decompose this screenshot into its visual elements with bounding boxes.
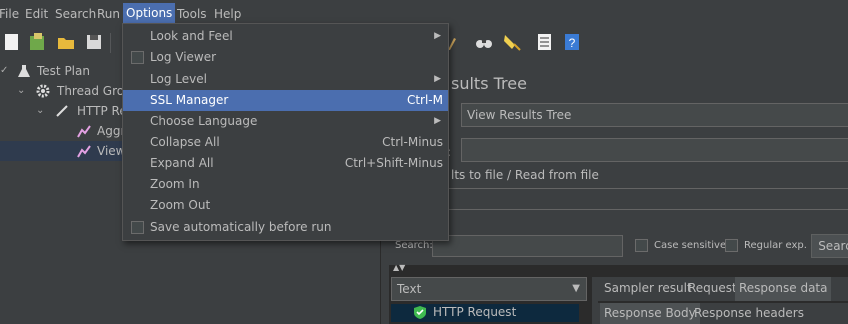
chevron-right-icon: ▶ <box>434 31 441 41</box>
menu-edit[interactable]: Edit <box>25 6 48 24</box>
chart-icon <box>77 145 91 158</box>
result-row-label: HTTP Request <box>433 305 517 319</box>
menu-item-accelerator: Ctrl-Minus <box>382 135 443 149</box>
tree-item-label: Thread Grou <box>57 84 132 98</box>
tab-response-headers[interactable]: Response headers <box>694 306 804 320</box>
menu-item-collapse-all[interactable]: Collapse All Ctrl-Minus <box>123 132 448 153</box>
menu-item-log-level[interactable]: Log Level ▶ <box>123 69 448 90</box>
case-sensitive-checkbox[interactable] <box>635 239 648 252</box>
split-arrows-icon[interactable]: ▲▼ <box>393 263 405 272</box>
chevron-down-icon[interactable]: ⌄ <box>17 81 25 101</box>
flask-icon <box>18 65 30 77</box>
menu-options[interactable]: Options <box>123 3 176 23</box>
chart-icon <box>77 125 91 138</box>
search-button-label: Searc <box>818 239 848 253</box>
menu-run[interactable]: Run <box>97 6 120 24</box>
function-helper-icon[interactable] <box>534 32 554 52</box>
svg-text:?: ? <box>569 36 576 50</box>
chevron-right-icon: ▶ <box>434 74 441 84</box>
tree-item-label: Test Plan <box>37 64 90 78</box>
menu-item-label: Save automatically before run <box>150 220 332 234</box>
renderer-select-value: Text <box>397 282 422 296</box>
results-tree-panel: sults Tree View Results Tree : lts to fi… <box>380 60 848 324</box>
menu-item-label: Look and Feel <box>150 29 233 43</box>
menu-tools[interactable]: Tools <box>177 6 207 24</box>
search-button[interactable]: Searc <box>811 234 848 258</box>
menu-item-log-viewer[interactable]: Log Viewer <box>123 47 448 68</box>
chevron-down-icon[interactable]: ⌄ <box>36 101 44 121</box>
gear-icon <box>36 84 50 98</box>
menu-item-label: Expand All <box>150 156 214 170</box>
menu-item-label: Choose Language <box>150 114 258 128</box>
regex-checkbox[interactable] <box>725 239 738 252</box>
menu-item-label: Log Level <box>150 72 207 86</box>
result-tabs: Sampler result Request Response data <box>598 277 848 301</box>
binoculars-icon[interactable] <box>474 32 494 52</box>
menu-item-accelerator: Ctrl-M <box>406 93 443 107</box>
chevron-right-icon: ▶ <box>434 116 441 126</box>
filename-field[interactable] <box>447 188 848 210</box>
result-row[interactable]: HTTP Request <box>391 304 579 322</box>
menu-item-accelerator: Ctrl+Shift-Minus <box>344 156 443 170</box>
comments-field[interactable] <box>461 138 848 162</box>
menu-item-label: Log Viewer <box>150 50 217 64</box>
menu-item-save-automatically[interactable]: Save automatically before run <box>123 217 448 238</box>
case-sensitive-label: Case sensitive <box>654 240 727 251</box>
menu-item-zoom-in[interactable]: Zoom In <box>123 174 448 195</box>
search-input[interactable] <box>432 235 623 257</box>
renderer-select[interactable]: Text ▼ <box>391 277 587 301</box>
name-field-value: View Results Tree <box>467 108 572 122</box>
success-shield-icon <box>414 306 426 319</box>
tab-response-data[interactable]: Response data <box>735 277 832 301</box>
log-viewer-checkbox[interactable] <box>131 51 144 64</box>
menu-item-zoom-out[interactable]: Zoom Out <box>123 195 448 216</box>
toolbar-separator <box>110 33 111 53</box>
new-file-icon[interactable] <box>2 32 22 52</box>
templates-icon[interactable] <box>28 32 48 52</box>
search-label: Search: <box>395 240 433 251</box>
regex-label: Regular exp. <box>744 240 807 251</box>
panel-title: sults Tree <box>451 74 527 93</box>
tab-response-body[interactable]: Response Body <box>600 303 700 324</box>
menu-item-label: Zoom Out <box>150 198 211 212</box>
chevron-down-icon[interactable]: ✓ <box>0 61 8 81</box>
chevron-down-icon: ▼ <box>572 283 580 294</box>
menu-item-label: Collapse All <box>150 135 220 149</box>
menu-item-label: SSL Manager <box>150 93 229 107</box>
menu-item-look-and-feel[interactable]: Look and Feel ▶ <box>123 26 448 47</box>
menu-item-choose-language[interactable]: Choose Language ▶ <box>123 111 448 132</box>
save-automatically-checkbox[interactable] <box>131 221 144 234</box>
menu-item-ssl-manager[interactable]: SSL Manager Ctrl-M <box>123 90 448 111</box>
write-results-group-label: lts to file / Read from file <box>451 168 599 182</box>
menu-help[interactable]: Help <box>214 6 241 24</box>
tab-sampler-result[interactable]: Sampler result <box>604 281 692 295</box>
menu-item-expand-all[interactable]: Expand All Ctrl+Shift-Minus <box>123 153 448 174</box>
save-icon[interactable] <box>84 32 104 52</box>
response-subtabs: Response Body Response headers <box>598 303 848 324</box>
tab-request[interactable]: Request <box>688 281 737 295</box>
name-field[interactable]: View Results Tree <box>461 103 848 127</box>
options-menu: Look and Feel ▶ Log Viewer Log Level ▶ S… <box>122 23 449 241</box>
pipette-icon <box>56 105 68 117</box>
menu-item-label: Zoom In <box>150 177 200 191</box>
menu-search[interactable]: Search <box>55 6 96 24</box>
tree-item-label: HTTP Re <box>77 104 127 118</box>
clear-broom-icon[interactable] <box>502 32 522 52</box>
help-icon[interactable]: ? <box>562 32 582 52</box>
menu-file[interactable]: File <box>0 6 19 24</box>
open-icon[interactable] <box>56 32 76 52</box>
